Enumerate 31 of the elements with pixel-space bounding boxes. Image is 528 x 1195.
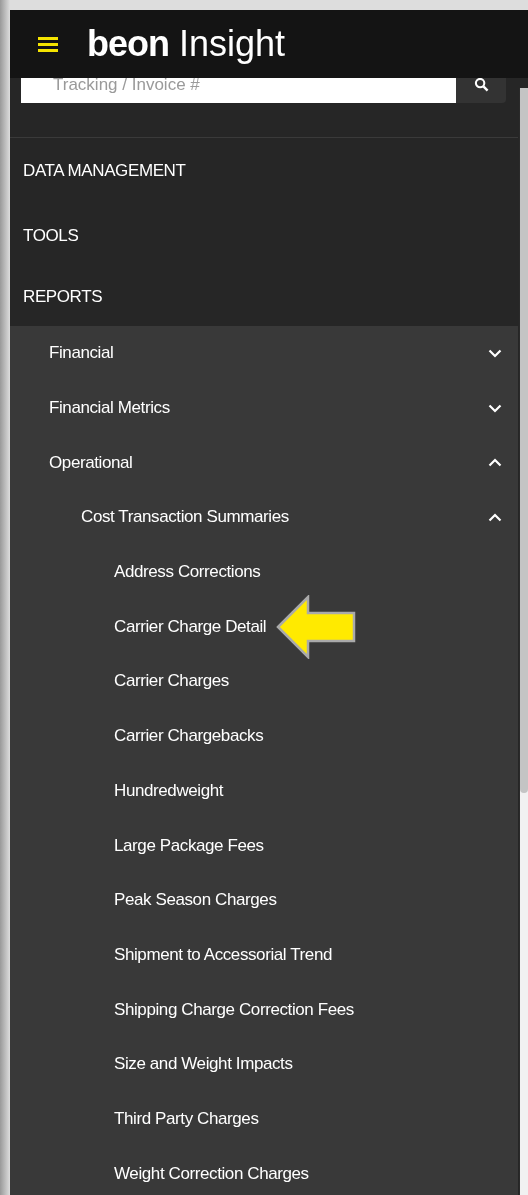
nav-link[interactable]: Shipment to Accessorial Trend	[114, 944, 333, 965]
nav-label: Financial Metrics	[49, 398, 170, 419]
nav-item[interactable]: DATA MANAGEMENT	[10, 138, 518, 203]
nav-link[interactable]: Shipping Charge Correction Fees	[114, 999, 354, 1020]
nav-item[interactable]: TOOLS	[10, 203, 518, 268]
nav-link[interactable]: Address Corrections	[114, 562, 261, 583]
scrollbar[interactable]	[519, 88, 528, 1195]
nav-link[interactable]: Third Party Charges	[114, 1108, 259, 1129]
nav-label: Operational	[49, 452, 133, 473]
nav-item[interactable]: Cost Transaction Summaries	[10, 490, 518, 545]
search-button[interactable]	[456, 78, 506, 103]
nav-link[interactable]: Carrier Charges	[114, 671, 229, 692]
nav-link[interactable]: Carrier Charge Detail	[114, 616, 267, 637]
nav-item[interactable]: REPORTS	[10, 268, 518, 326]
nav-link[interactable]: Peak Season Charges	[114, 890, 277, 911]
nav-item[interactable]: Financial Metrics	[10, 380, 518, 436]
search-field[interactable]: Tracking / Invoice #	[21, 78, 456, 103]
nav-link[interactable]: Weight Correction Charges	[114, 1163, 309, 1184]
logo-product: Insight	[179, 23, 286, 65]
nav-link[interactable]: Carrier Chargebacks	[114, 726, 264, 747]
nav-item[interactable]: Operational	[10, 435, 518, 491]
logo-brand: beon	[87, 23, 169, 65]
nav-link[interactable]: Hundredweight	[114, 780, 224, 801]
menu-icon[interactable]	[38, 36, 58, 52]
search-icon	[473, 77, 489, 92]
nav-link[interactable]: Large Package Fees	[114, 835, 264, 856]
nav-link[interactable]: Size and Weight Impacts	[114, 1054, 293, 1075]
nav-item[interactable]: Financial	[10, 326, 518, 381]
nav-label: Cost Transaction Summaries	[81, 507, 289, 528]
scrollbar-thumb[interactable]	[520, 88, 528, 793]
nav-label: Financial	[49, 343, 114, 364]
